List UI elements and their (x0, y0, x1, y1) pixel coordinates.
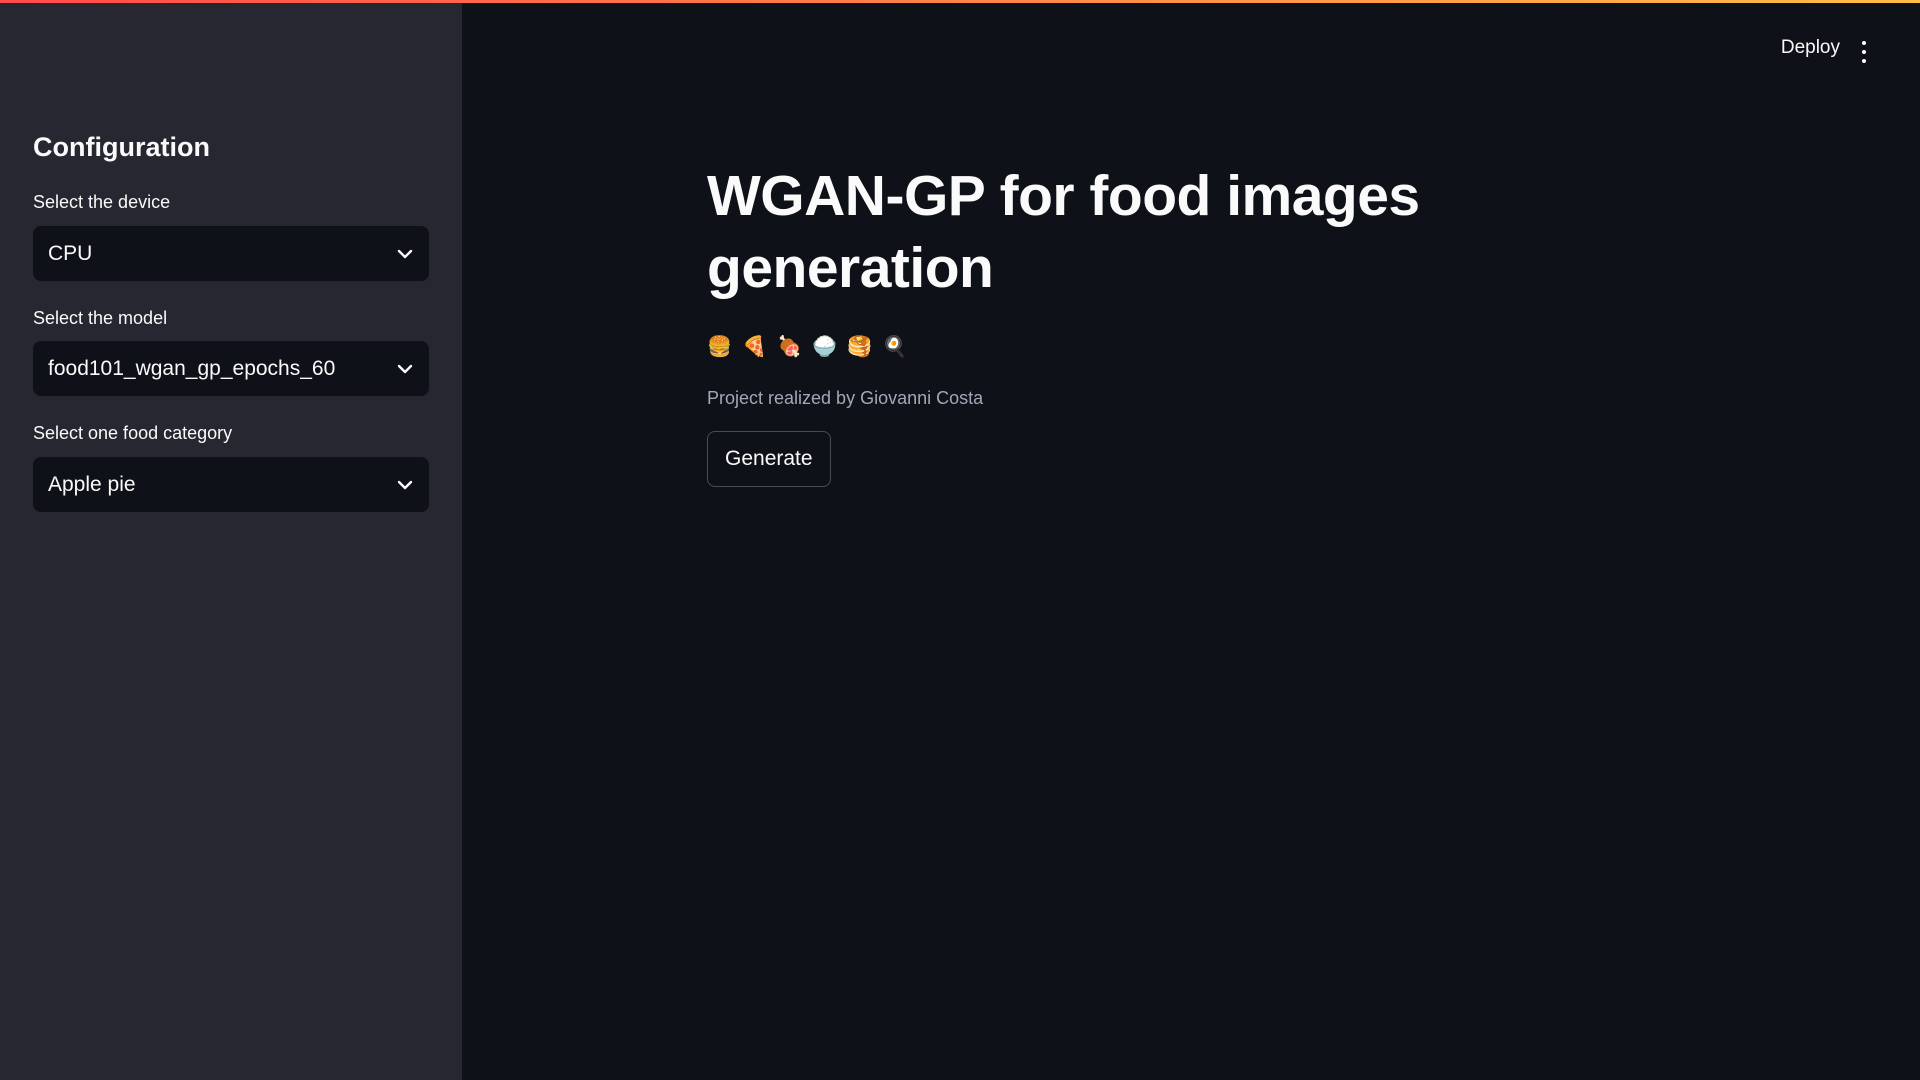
chevron-down-icon (395, 244, 415, 264)
model-select[interactable]: food101_wgan_gp_epochs_60 (33, 341, 429, 396)
meat-emoji-icon: 🍖 (777, 334, 802, 358)
device-select-value: CPU (48, 241, 93, 265)
device-select-label: Select the device (33, 192, 171, 212)
egg-pan-emoji-icon: 🍳 (882, 334, 907, 358)
model-select-value: food101_wgan_gp_epochs_60 (48, 356, 336, 380)
chevron-down-icon (395, 475, 415, 495)
sidebar-title: Configuration (33, 132, 210, 162)
food-category-select[interactable]: Apple pie (33, 457, 429, 512)
page-title: WGAN-GP for food images generation (707, 164, 1420, 300)
device-select[interactable]: CPU (33, 226, 429, 281)
model-select-label: Select the model (33, 308, 168, 328)
food-category-select-label: Select one food category (33, 423, 233, 443)
sidebar: Configuration Select the device CPU Sele… (0, 0, 462, 1080)
emoji-row: 🍔 🍕 🍖 🍚 🥞 🍳 (707, 334, 1427, 358)
deploy-button[interactable]: Deploy (1781, 37, 1840, 59)
header-bar: Deploy (462, 3, 1920, 93)
chevron-down-icon (395, 359, 415, 379)
pizza-emoji-icon: 🍕 (742, 334, 767, 358)
hamburger-emoji-icon: 🍔 (707, 334, 732, 358)
pancakes-emoji-icon: 🥞 (847, 334, 872, 358)
author-caption: Project realized by Giovanni Costa (707, 388, 984, 408)
rice-emoji-icon: 🍚 (812, 334, 837, 358)
generate-button[interactable]: Generate (707, 431, 831, 487)
food-category-select-value: Apple pie (48, 472, 136, 496)
vertical-dots-icon[interactable] (1852, 38, 1876, 66)
main-content: WGAN-GP for food images generation 🍔 🍕 🍖… (707, 160, 1427, 487)
top-decoration-bar (0, 0, 1920, 3)
